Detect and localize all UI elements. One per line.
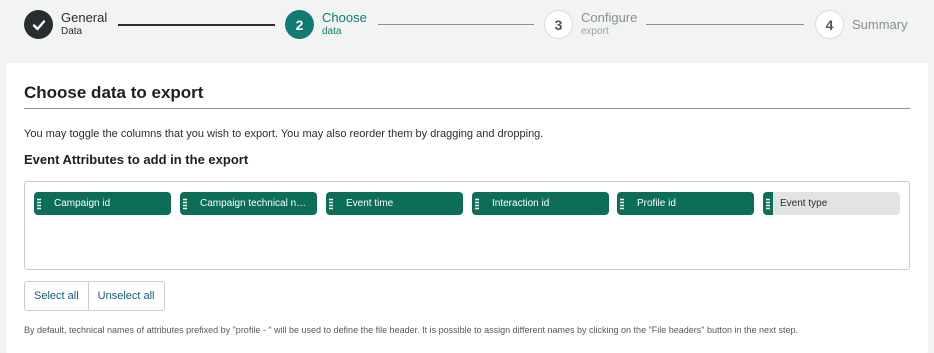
file-header-note: By default, technical names of attribute… bbox=[24, 325, 799, 335]
description: You may toggle the columns that you wish… bbox=[24, 128, 544, 140]
attribute-chip-label: Event type bbox=[780, 198, 828, 209]
step-title: Choose bbox=[322, 10, 367, 26]
drag-handle-icon[interactable] bbox=[472, 192, 482, 215]
step-general-data[interactable]: General Data bbox=[24, 10, 107, 39]
step-subtitle: export bbox=[581, 26, 609, 38]
page-title: Choose data to export bbox=[24, 83, 204, 102]
step-title: General bbox=[61, 10, 108, 26]
drag-handle-icon[interactable] bbox=[326, 192, 336, 215]
attribute-chip-list: Campaign id Campaign technical name Even… bbox=[24, 181, 910, 270]
attribute-chip[interactable]: Event time bbox=[326, 192, 463, 215]
attribute-chip-label: Profile id bbox=[637, 198, 676, 209]
attribute-chip[interactable]: Campaign id bbox=[34, 192, 171, 215]
step-subtitle: data bbox=[322, 26, 342, 38]
step-subtitle: Data bbox=[61, 26, 83, 38]
step-summary[interactable]: 4 Summary bbox=[815, 10, 908, 39]
attribute-chip[interactable]: Profile id bbox=[617, 192, 754, 215]
drag-handle-icon[interactable] bbox=[34, 192, 44, 215]
attribute-chip-label: Campaign id bbox=[54, 198, 111, 209]
stepper: General Data 2 Choose data 3 Configure e… bbox=[0, 0, 934, 52]
attribute-chip[interactable]: Interaction id bbox=[472, 192, 609, 215]
attribute-chip-label: Campaign technical name bbox=[200, 198, 310, 209]
step-number: 2 bbox=[285, 10, 314, 39]
step-number: 4 bbox=[815, 10, 844, 39]
selection-button-group: Select all Unselect all bbox=[24, 281, 165, 311]
step-title: Configure bbox=[581, 10, 638, 26]
drag-handle-icon[interactable] bbox=[180, 192, 190, 215]
select-all-button[interactable]: Select all bbox=[25, 282, 88, 310]
drag-handle-icon[interactable] bbox=[763, 192, 773, 215]
step-connector bbox=[646, 24, 804, 25]
step-title: Summary bbox=[852, 16, 908, 32]
attribute-chip-label: Interaction id bbox=[492, 198, 550, 209]
attribute-chip-unselected[interactable]: Event type bbox=[763, 192, 900, 215]
step-connector bbox=[378, 24, 534, 25]
attribute-chip[interactable]: Campaign technical name bbox=[180, 192, 317, 215]
export-card: Choose data to export You may toggle the… bbox=[6, 63, 928, 353]
step-connector bbox=[118, 24, 275, 26]
divider bbox=[24, 108, 910, 109]
step-choose-data[interactable]: 2 Choose data bbox=[285, 10, 367, 39]
section-title: Event Attributes to add in the export bbox=[24, 152, 249, 167]
attribute-chip-label: Event time bbox=[346, 198, 394, 209]
step-number: 3 bbox=[544, 10, 573, 39]
drag-handle-icon[interactable] bbox=[617, 192, 627, 215]
unselect-all-button[interactable]: Unselect all bbox=[87, 282, 164, 310]
checkmark-icon bbox=[24, 10, 53, 39]
step-configure-export[interactable]: 3 Configure export bbox=[544, 10, 637, 39]
